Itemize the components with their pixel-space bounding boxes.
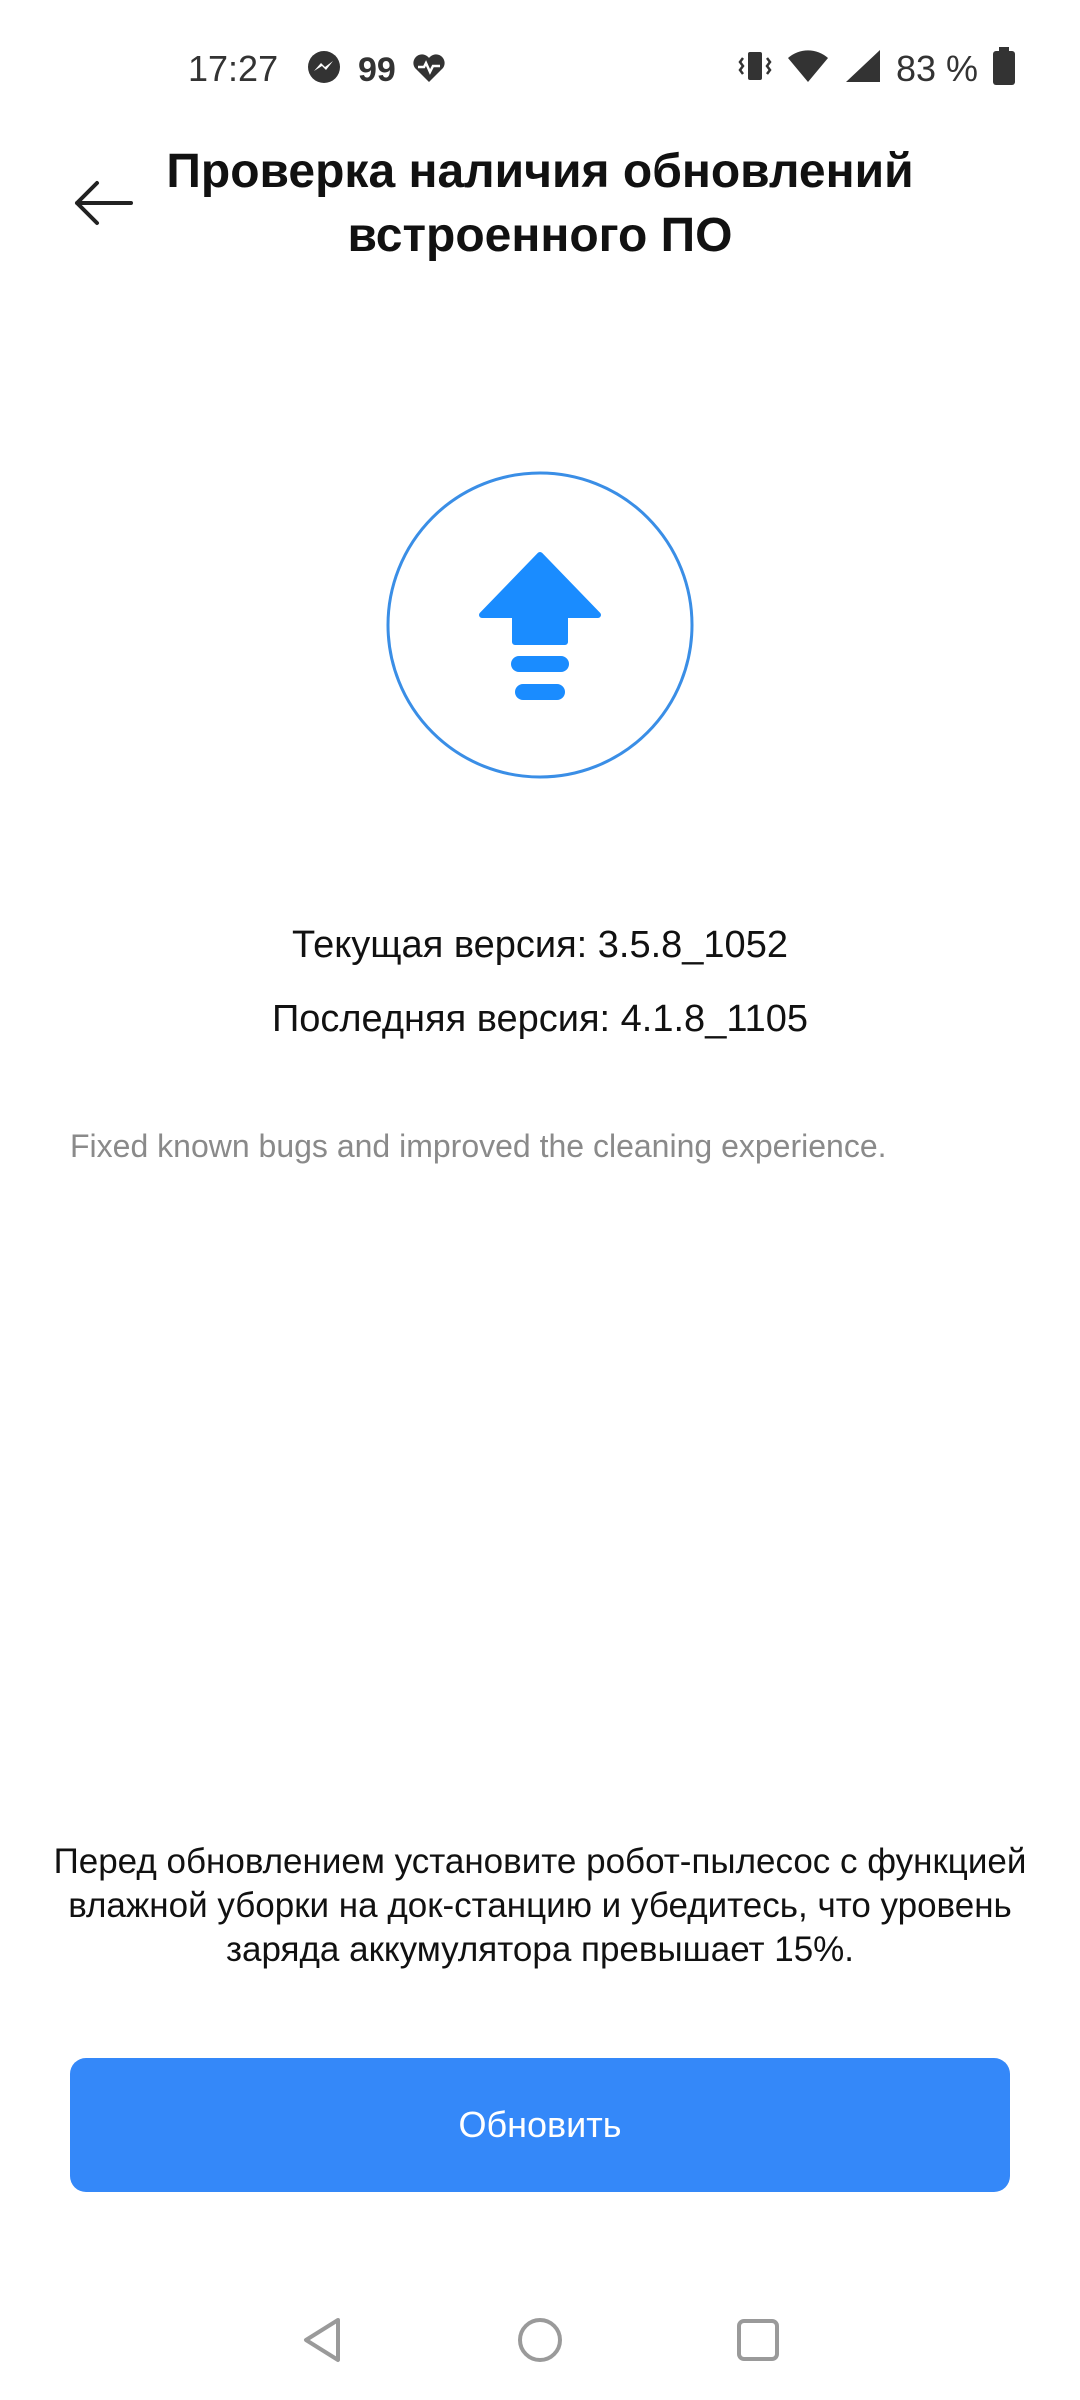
back-triangle-icon [304,2318,340,2362]
update-warning: Перед обновлением установите робот-пылес… [53,1842,1027,1969]
header: Проверка наличия обновлений встроенного … [0,140,1080,280]
update-button-label: Обновить [458,2104,622,2145]
signal-icon [844,48,882,89]
nav-back-button[interactable] [292,2310,352,2370]
page-title: Проверка наличия обновлений встроенного … [166,145,914,262]
nav-home-button[interactable] [510,2310,570,2370]
current-version: Текущая версия: 3.5.8_1052 [292,924,788,966]
update-button[interactable]: Обновить [70,2058,1010,2192]
nav-recents-button[interactable] [728,2310,788,2370]
status-bar: 17:27 99 83 % [0,0,1080,140]
vibrate-icon [738,48,772,89]
status-notification-icons: 99 [306,50,446,91]
status-system-icons: 83 % [738,46,1016,91]
back-button[interactable] [66,166,140,240]
latest-version: Последняя версия: 4.1.8_1105 [271,998,809,1040]
messenger-icon [306,50,342,91]
heart-rate-icon [412,52,446,89]
firmware-upgrade-icon [385,470,695,780]
arrow-left-icon [75,181,133,225]
home-circle-icon [518,2318,562,2362]
release-notes: Fixed known bugs and improved the cleani… [70,1128,887,1164]
wifi-icon [786,48,830,89]
battery-percent: 83 % [895,47,978,89]
battery-icon [992,46,1016,91]
notification-count: 99 [358,51,396,89]
recents-square-icon [737,2319,779,2361]
system-nav-bar [0,2280,1080,2400]
status-time: 17:27 [188,48,279,89]
